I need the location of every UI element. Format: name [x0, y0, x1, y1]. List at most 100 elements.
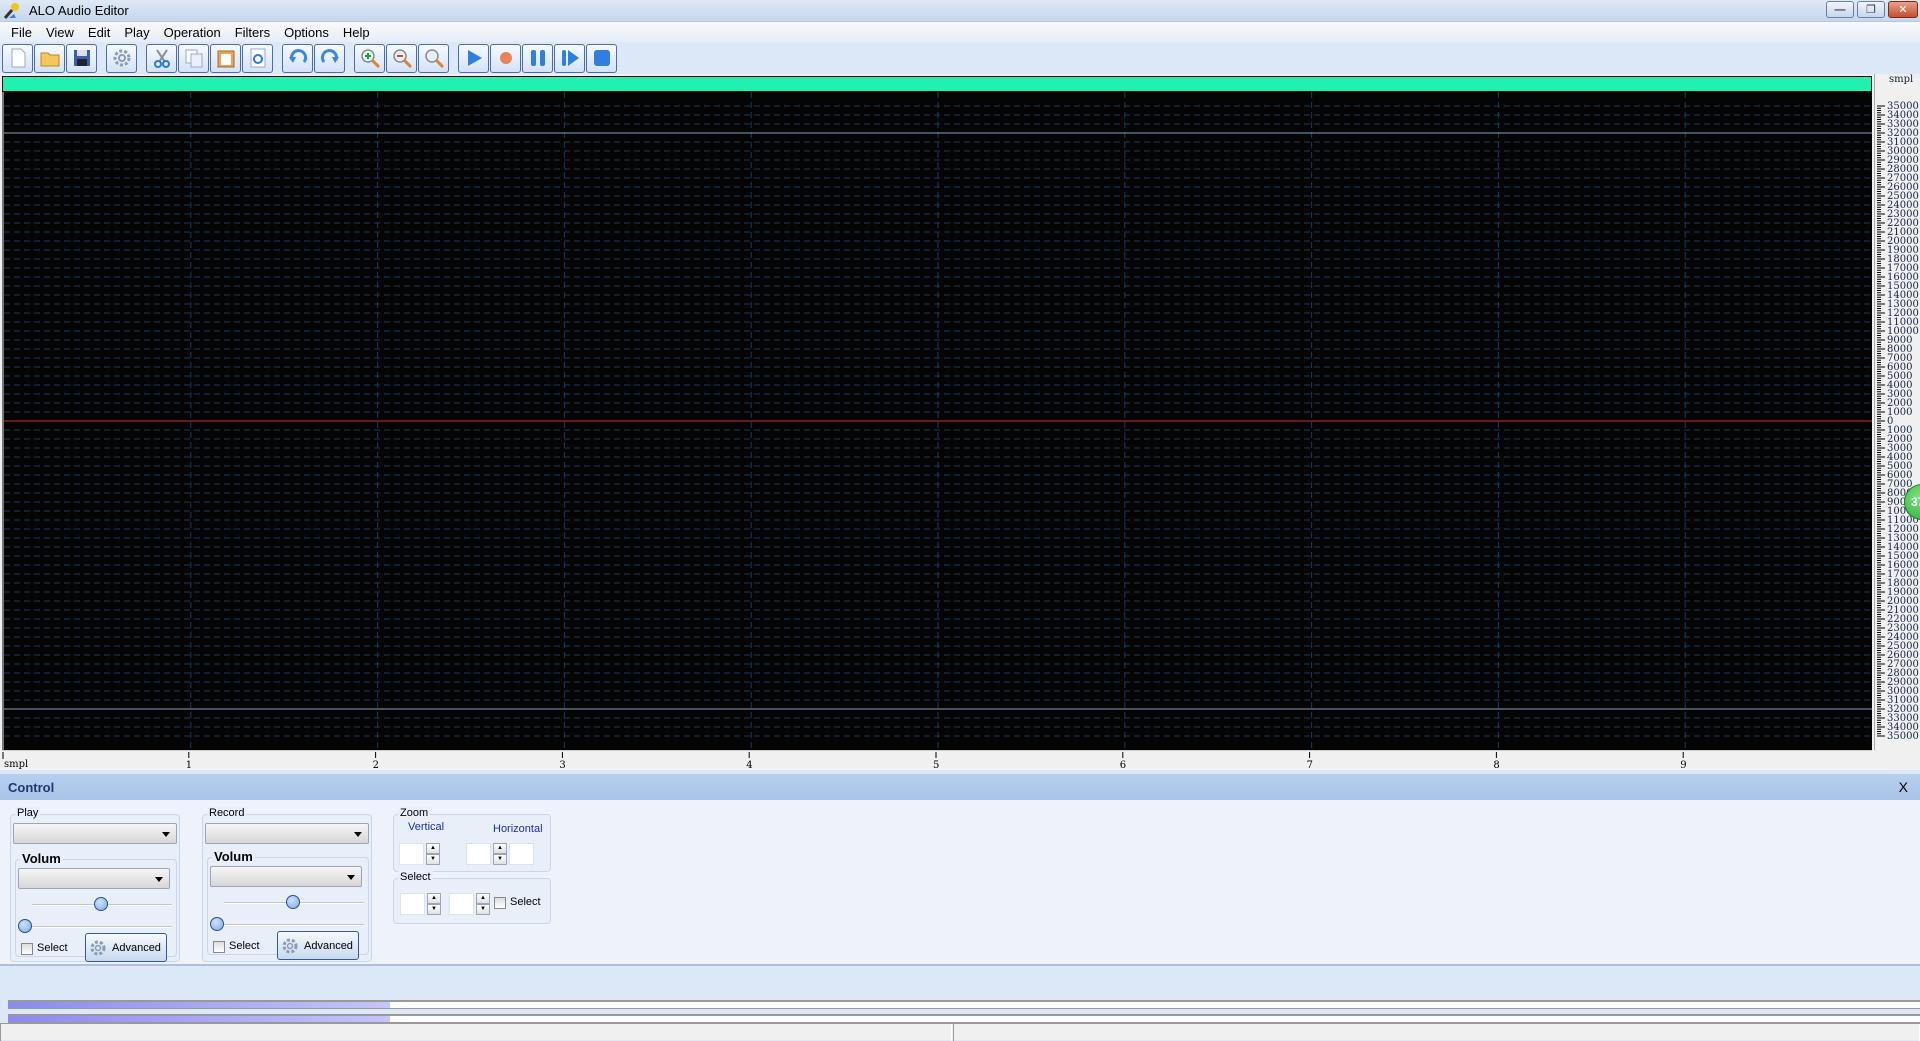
- menu-play[interactable]: Play: [117, 25, 156, 40]
- progress-fill-1: [8, 1002, 391, 1008]
- record-volume-slider-thumb[interactable]: [286, 895, 300, 909]
- zoom-out-button[interactable]: [386, 43, 417, 73]
- open-folder-icon: [40, 52, 59, 67]
- play-device-select[interactable]: [13, 823, 177, 844]
- menu-help[interactable]: Help: [336, 25, 377, 40]
- menu-edit[interactable]: Edit: [81, 25, 117, 40]
- zoom-horizontal-spinner-2[interactable]: [536, 843, 550, 865]
- x-tick-label: 4: [746, 760, 752, 771]
- record-volume-label: Volum: [212, 849, 255, 864]
- zoom-out-icon: [392, 49, 412, 69]
- zoom-fit-button[interactable]: [418, 43, 449, 73]
- cut-button[interactable]: [146, 43, 177, 73]
- x-tick-label: 5: [933, 760, 939, 771]
- settings-button[interactable]: [106, 43, 137, 73]
- zoom-in-button[interactable]: [354, 43, 385, 73]
- minimize-button[interactable]: —: [1826, 1, 1854, 18]
- record-icon: [499, 52, 512, 64]
- play-advanced-button[interactable]: Advanced: [85, 933, 167, 962]
- menu-view[interactable]: View: [39, 25, 81, 40]
- progress-bar-1: [8, 1000, 1920, 1009]
- play-select-checkbox[interactable]: [21, 943, 33, 955]
- record-group-label: Record: [207, 807, 247, 819]
- select-end-input[interactable]: [449, 893, 474, 915]
- play-volume-source-select[interactable]: [18, 868, 170, 889]
- play-volume-label: Volum: [20, 851, 63, 866]
- restore-button[interactable]: ❐: [1857, 1, 1885, 18]
- overview-bar[interactable]: [2, 76, 1872, 92]
- zoom-horizontal-input-2[interactable]: [509, 843, 534, 865]
- redo-button[interactable]: [314, 43, 345, 73]
- close-button[interactable]: ✕: [1888, 1, 1918, 18]
- replace-button[interactable]: [242, 43, 273, 73]
- record-balance-slider-thumb[interactable]: [210, 917, 224, 931]
- pause-button[interactable]: [522, 43, 553, 73]
- zoom-in-icon: [360, 49, 380, 69]
- status-bar: [0, 1023, 1920, 1041]
- window-title: ALO Audio Editor: [29, 3, 129, 18]
- zoom-vertical-spinner[interactable]: ▲ ▼: [426, 843, 440, 865]
- redo-icon: [320, 49, 339, 63]
- record-volume-source-select[interactable]: [210, 866, 362, 887]
- status-pane-2: [953, 1024, 1920, 1041]
- record-button[interactable]: [490, 43, 521, 73]
- play-next-button[interactable]: [554, 43, 585, 73]
- paste-icon: [217, 50, 234, 68]
- waveform-canvas[interactable]: [2, 92, 1872, 750]
- time-ticks: smpl 1 2 3 4 5 6 7 8 9: [2, 752, 1687, 771]
- record-group: Record Volum Select Advanced: [202, 807, 372, 962]
- waveform-panel: smpl 35000 34000 33000 32000 31000 30000 29000…: [0, 74, 1920, 771]
- amplitude-ticks: 3500034000330003200031000300002900028000…: [1877, 101, 1919, 742]
- zoom-vertical-input[interactable]: [399, 843, 424, 865]
- select-group: Select ▲ ▼ ▲ ▼ Select: [393, 871, 551, 924]
- record-select-checkbox[interactable]: [213, 941, 225, 953]
- control-panel-close-button[interactable]: X: [1899, 779, 1908, 795]
- pause-icon: [530, 50, 545, 66]
- play-balance-slider-thumb[interactable]: [18, 919, 32, 933]
- stop-button[interactable]: [586, 43, 617, 73]
- record-advanced-button[interactable]: Advanced: [277, 931, 359, 960]
- undo-button[interactable]: [282, 43, 313, 73]
- record-select-label: Select: [229, 940, 260, 952]
- save-button[interactable]: [66, 43, 97, 73]
- gear-icon: [90, 940, 106, 955]
- select-group-label: Select: [398, 871, 433, 883]
- play-balance-slider[interactable]: [22, 926, 172, 928]
- zoom-horizontal-spinner-1[interactable]: ▲ ▼: [493, 843, 507, 865]
- y-tick-label: 35000: [1887, 101, 1919, 112]
- select-checkbox[interactable]: [494, 897, 506, 909]
- new-file-icon: [11, 48, 25, 68]
- record-balance-slider[interactable]: [214, 924, 364, 926]
- menu-operation[interactable]: Operation: [157, 25, 228, 40]
- paste-button[interactable]: [210, 43, 241, 73]
- menu-filters[interactable]: Filters: [228, 25, 277, 40]
- control-panel: Play Volum Select Advanced Record Volum: [0, 800, 1920, 966]
- control-panel-title: Control: [8, 779, 55, 795]
- select-start-spinner[interactable]: ▲ ▼: [427, 893, 441, 915]
- x-tick-label: 8: [1493, 760, 1499, 771]
- title-bar: ALO Audio Editor — ❐ ✕: [0, 0, 1920, 22]
- new-file-button[interactable]: [2, 43, 33, 73]
- app-microphone-icon: [3, 2, 21, 20]
- gear-icon: [282, 938, 298, 953]
- cut-icon: [153, 49, 170, 68]
- amplitude-axis: smpl 35000 34000 33000 32000 31000 30000 29000…: [1874, 74, 1920, 750]
- play-group: Play Volum Select Advanced: [10, 807, 180, 962]
- record-advanced-label: Advanced: [304, 939, 353, 952]
- status-pane-1: [0, 1024, 952, 1041]
- play-volume-slider-thumb[interactable]: [94, 897, 108, 911]
- select-end-spinner[interactable]: ▲ ▼: [476, 893, 490, 915]
- zoom-horizontal-input-1[interactable]: [466, 843, 491, 865]
- play-group-label: Play: [15, 807, 41, 819]
- record-device-select[interactable]: [205, 823, 369, 844]
- x-tick-label: 6: [1120, 760, 1126, 771]
- open-button[interactable]: [34, 43, 65, 73]
- copy-button[interactable]: [178, 43, 209, 73]
- play-next-icon: [561, 50, 579, 66]
- copy-icon: [185, 49, 202, 68]
- select-start-input[interactable]: [400, 893, 425, 915]
- menu-file[interactable]: File: [4, 25, 39, 40]
- x-axis-label: smpl: [4, 759, 28, 770]
- play-button[interactable]: [458, 43, 489, 73]
- menu-options[interactable]: Options: [277, 25, 336, 40]
